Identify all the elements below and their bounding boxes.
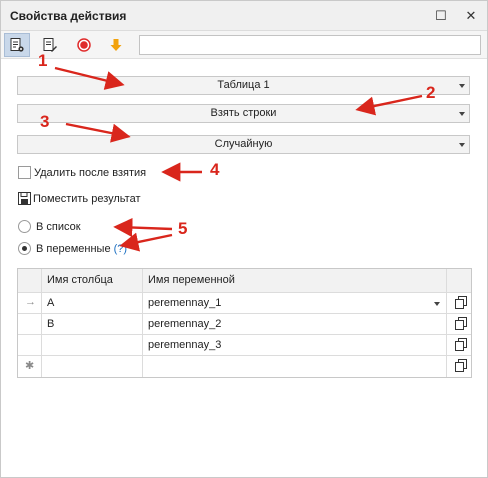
annotation-3: 3 xyxy=(40,112,50,131)
arrow-down-icon xyxy=(110,39,122,51)
action-properties-window: Свойства действия ☐ ✕ Таблица 1 Взять ст… xyxy=(0,0,488,478)
delete-after-checkbox[interactable] xyxy=(18,166,31,179)
to-variables-label: В переменные (?) xyxy=(36,243,127,255)
mode-select-value: Случайную xyxy=(214,138,273,150)
toolbar xyxy=(1,31,487,59)
copy-icon xyxy=(455,338,467,351)
variables-grid: Имя столбца Имя переменной → A peremenna… xyxy=(17,268,472,378)
table-select-value: Таблица 1 xyxy=(217,79,270,91)
close-button[interactable]: ✕ xyxy=(461,6,481,26)
column-header-variable[interactable]: Имя переменной xyxy=(143,269,447,293)
to-list-label: В список xyxy=(36,221,81,233)
properties-panel: Таблица 1 Взять строки Случайную Удалить… xyxy=(1,59,487,477)
save-icon xyxy=(18,192,31,205)
action-select-value: Взять строки xyxy=(210,107,277,119)
table-cell-column[interactable] xyxy=(42,356,143,377)
row-marker: ✱ xyxy=(18,356,42,377)
table-cell-variable[interactable]: peremennay_2 xyxy=(143,314,447,335)
annotation-2: 2 xyxy=(426,83,436,102)
to-variables-text: В переменные xyxy=(36,243,111,255)
copy-row-button[interactable] xyxy=(447,293,471,314)
chevron-down-icon xyxy=(459,84,465,88)
copy-icon xyxy=(455,296,467,309)
toolbar-search-input[interactable] xyxy=(139,35,481,55)
copy-icon xyxy=(455,359,467,372)
annotation-4: 4 xyxy=(210,160,220,179)
delete-after-label: Удалить после взятия xyxy=(34,167,147,179)
copy-icon xyxy=(455,317,467,330)
row-marker xyxy=(18,314,42,335)
table-cell-column[interactable]: B xyxy=(42,314,143,335)
annotation-5: 5 xyxy=(178,219,188,238)
properties-tab-button[interactable] xyxy=(4,33,30,57)
annotation-1: 1 xyxy=(38,51,48,70)
table-cell-variable[interactable]: peremennay_3 xyxy=(143,335,447,356)
title-bar: Свойства действия ☐ ✕ xyxy=(1,1,487,31)
chevron-down-icon[interactable] xyxy=(434,302,440,306)
help-link[interactable]: (?) xyxy=(114,243,127,255)
copy-row-button[interactable] xyxy=(447,335,471,356)
table-select[interactable]: Таблица 1 xyxy=(17,76,470,95)
chevron-down-icon xyxy=(459,143,465,147)
record-button[interactable] xyxy=(71,33,97,57)
grid-corner xyxy=(18,269,42,293)
to-list-radio[interactable] xyxy=(18,220,31,233)
to-variables-radio[interactable] xyxy=(18,242,31,255)
grid-corner-right xyxy=(447,269,471,293)
properties-icon xyxy=(10,38,24,52)
table-cell-variable[interactable] xyxy=(143,356,447,377)
chevron-down-icon xyxy=(459,112,465,116)
mode-select[interactable]: Случайную xyxy=(17,135,470,154)
table-cell-column[interactable] xyxy=(42,335,143,356)
row-marker: → xyxy=(18,293,42,314)
maximize-button[interactable]: ☐ xyxy=(431,6,451,26)
action-select[interactable]: Взять строки xyxy=(17,104,470,123)
row-marker xyxy=(18,335,42,356)
record-icon xyxy=(77,38,91,52)
column-header-name[interactable]: Имя столбца xyxy=(42,269,143,293)
copy-row-button[interactable] xyxy=(447,356,471,377)
copy-row-button[interactable] xyxy=(447,314,471,335)
step-down-button[interactable] xyxy=(103,33,129,57)
place-result-label: Поместить результат xyxy=(33,193,141,205)
table-cell-column[interactable]: A xyxy=(42,293,143,314)
table-cell-variable[interactable]: peremennay_1 xyxy=(143,293,447,314)
window-title: Свойства действия xyxy=(10,9,127,23)
